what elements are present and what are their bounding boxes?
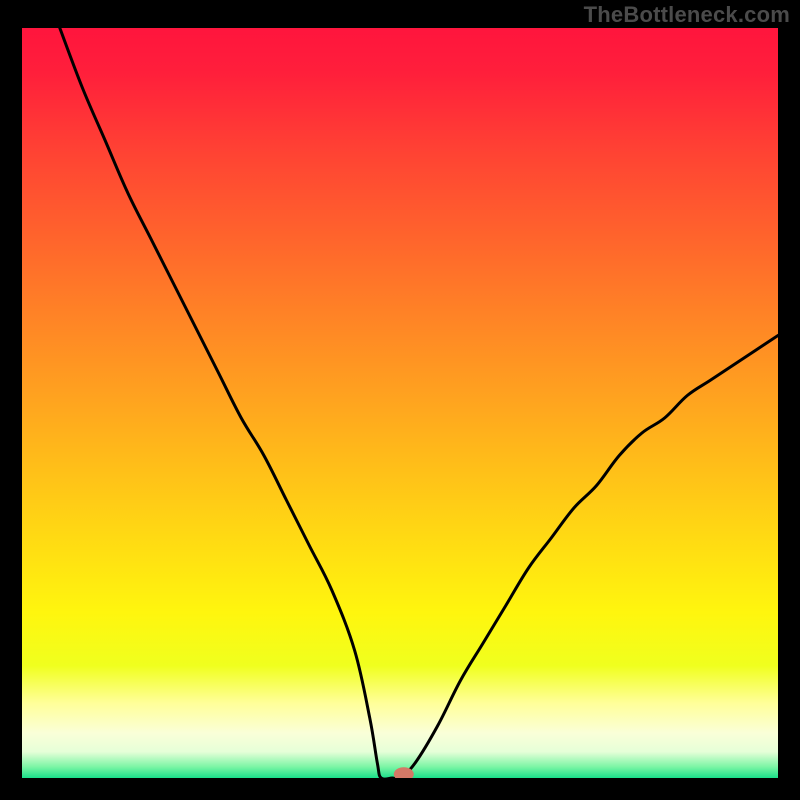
plot-area (22, 28, 778, 778)
gradient-background (22, 28, 778, 778)
watermark-text: TheBottleneck.com (584, 2, 790, 28)
chart-frame: TheBottleneck.com (0, 0, 800, 800)
bottleneck-chart (22, 28, 778, 778)
